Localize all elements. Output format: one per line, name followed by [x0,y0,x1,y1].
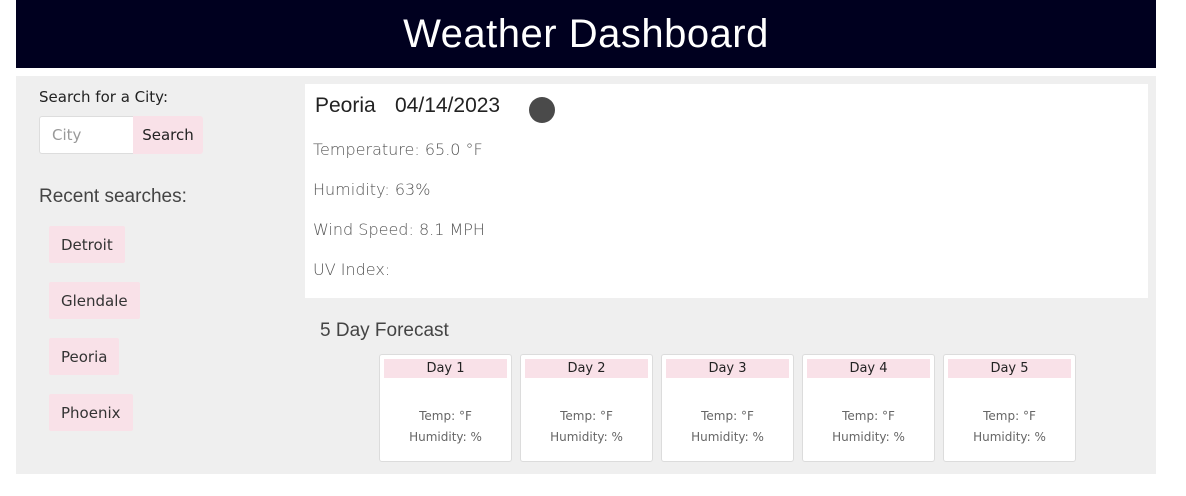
humidity-label: Humidity: [313,180,390,199]
recent-city-button[interactable]: Peoria [49,338,120,375]
current-date: 04/14/2023 [395,94,501,117]
search-button[interactable]: Search [133,116,203,154]
wind-speed-value: 8.1 MPH [418,220,485,239]
current-city-name: Peoria [315,94,376,117]
forecast-humidity: Humidity: % [550,430,623,444]
forecast-card: Day 1 Temp: °F Humidity: % [379,354,512,462]
forecast-day-label: Day 1 [384,359,507,378]
forecast-day-label: Day 3 [666,359,789,378]
forecast-day-label: Day 5 [948,359,1071,378]
current-weather-panel: Peoria 04/14/2023 Temperature: 65.0 °F H… [305,84,1148,298]
forecast-temp: Temp: °F [701,409,754,423]
forecast-temp: Temp: °F [560,409,613,423]
page-title: Weather Dashboard [403,11,769,56]
wind-speed-label: Wind Speed: [313,220,414,239]
search-label: Search for a City: [39,88,169,106]
page-header: Weather Dashboard [16,0,1156,68]
forecast-temp: Temp: °F [842,409,895,423]
forecast-title: 5 Day Forecast [320,320,449,341]
forecast-temp: Temp: °F [419,409,472,423]
forecast-day-label: Day 4 [807,359,930,378]
temperature-stat: Temperature: 65.0 °F [313,140,483,159]
temperature-label: Temperature: [313,140,420,159]
recent-city-button[interactable]: Glendale [49,282,140,319]
forecast-temp: Temp: °F [983,409,1036,423]
recent-searches-list: Detroit Glendale Peoria Phoenix [49,226,140,450]
uv-index-label: UV Index: [313,260,391,279]
forecast-humidity: Humidity: % [691,430,764,444]
forecast-card: Day 3 Temp: °F Humidity: % [661,354,794,462]
recent-city-button[interactable]: Phoenix [49,394,133,431]
forecast-humidity: Humidity: % [973,430,1046,444]
humidity-value: 63% [394,180,431,199]
temperature-value: 65.0 °F [424,140,483,159]
city-search-input[interactable] [39,116,133,154]
search-form: Search [39,116,203,154]
uv-index-stat: UV Index: [313,260,390,279]
forecast-card: Day 2 Temp: °F Humidity: % [520,354,653,462]
weather-icon [529,97,555,123]
forecast-cards: Day 1 Temp: °F Humidity: % Day 2 Temp: °… [379,354,1084,462]
forecast-card: Day 4 Temp: °F Humidity: % [802,354,935,462]
wind-speed-stat: Wind Speed: 8.1 MPH [313,220,485,239]
forecast-humidity: Humidity: % [409,430,482,444]
recent-city-button[interactable]: Detroit [49,226,125,263]
forecast-card: Day 5 Temp: °F Humidity: % [943,354,1076,462]
recent-searches-title: Recent searches: [39,186,187,207]
humidity-stat: Humidity: 63% [313,180,430,199]
main-content: Search for a City: Search Recent searche… [16,76,1156,474]
forecast-day-label: Day 2 [525,359,648,378]
forecast-humidity: Humidity: % [832,430,905,444]
